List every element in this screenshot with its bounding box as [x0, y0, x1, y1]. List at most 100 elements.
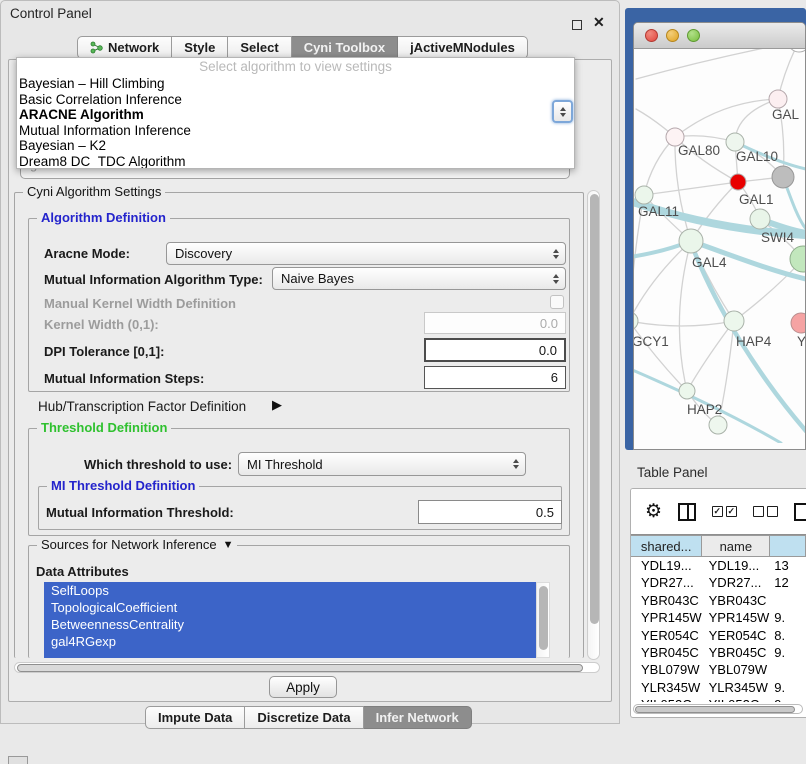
tab-impute-data[interactable]: Impute Data: [145, 706, 245, 729]
table-cell[interactable]: YBR045C: [631, 644, 703, 661]
algorithm-option[interactable]: Mutual Information Inference: [17, 123, 574, 139]
table-row[interactable]: YLR345WYLR345W9.: [631, 679, 806, 696]
algorithm-option[interactable]: Bayesian – Hill Climbing: [17, 76, 574, 92]
close-window-icon[interactable]: [645, 29, 658, 42]
table-cell[interactable]: 8.: [770, 627, 806, 644]
table-row[interactable]: YBR045CYBR045C9.: [631, 644, 806, 661]
table-row[interactable]: YER054CYER054C8.: [631, 627, 806, 644]
table-hscrollbar-thumb[interactable]: [635, 706, 795, 713]
table-cell[interactable]: 9.: [770, 644, 806, 661]
table-cell[interactable]: YDL19...: [631, 557, 703, 574]
node-HAP2[interactable]: [679, 383, 695, 399]
tab-discretize-data[interactable]: Discretize Data: [245, 706, 363, 729]
table-row[interactable]: YBL079WYBL079W: [631, 661, 806, 678]
settings-hscrollbar-thumb[interactable]: [17, 664, 583, 672]
node-top-partial[interactable]: [788, 49, 806, 52]
settings-vertical-scrollbar[interactable]: [587, 190, 600, 660]
table-cell[interactable]: YLR345W: [631, 679, 703, 696]
table-cell[interactable]: 9.: [770, 609, 806, 626]
table-cell[interactable]: YPR145W: [631, 609, 703, 626]
minimize-window-icon[interactable]: [666, 29, 679, 42]
inference-algorithm-combobox-stepper[interactable]: [552, 100, 573, 123]
table-cell[interactable]: YBR043C: [703, 592, 771, 609]
algorithm-option[interactable]: ARACNE Algorithm: [17, 107, 574, 123]
node-pink-top[interactable]: [769, 90, 787, 108]
algorithm-option[interactable]: Dream8 DC_TDC Algorithm: [17, 154, 574, 169]
unchecked-columns-icon[interactable]: [753, 506, 778, 517]
table-row[interactable]: YIL052CYIL052C9: [631, 696, 806, 702]
table-cell[interactable]: 13: [770, 557, 806, 574]
checked-columns-icon[interactable]: ✓✓: [712, 506, 737, 517]
expand-arrow-icon[interactable]: ▶: [272, 397, 282, 413]
attribute-item[interactable]: SelfLoops: [44, 582, 536, 599]
which-threshold-combobox[interactable]: MI Threshold: [238, 452, 526, 476]
table-cell[interactable]: YIL052C: [703, 696, 771, 702]
attribute-item-partial[interactable]: [44, 650, 536, 658]
table-column-header[interactable]: [770, 535, 806, 557]
algorithm-option[interactable]: Basic Correlation Inference: [17, 92, 574, 108]
table-column-header[interactable]: name: [702, 535, 770, 557]
node-big-green[interactable]: [790, 246, 806, 272]
node-SWI4[interactable]: [750, 209, 770, 229]
mi-algorithm-type-combobox[interactable]: Naive Bayes: [272, 267, 566, 290]
table-row[interactable]: YBR043CYBR043C: [631, 592, 806, 609]
tab-infer-network[interactable]: Infer Network: [364, 706, 472, 729]
table-cell[interactable]: YDL19...: [703, 557, 771, 574]
collapse-arrow-icon[interactable]: ▼: [223, 539, 234, 551]
table-cell[interactable]: YBR043C: [631, 592, 703, 609]
table-horizontal-scrollbar[interactable]: [633, 704, 803, 714]
zoom-window-icon[interactable]: [687, 29, 700, 42]
table-cell[interactable]: YDR27...: [703, 574, 771, 591]
table-cell[interactable]: YLR345W: [703, 679, 771, 696]
table-cell[interactable]: YER054C: [631, 627, 703, 644]
dpi-tolerance-input[interactable]: 0.0: [424, 338, 566, 362]
attributes-scrollbar-thumb[interactable]: [539, 586, 548, 650]
settings-vscrollbar-thumb[interactable]: [590, 194, 599, 624]
kernel-width-input[interactable]: 0.0: [424, 312, 566, 334]
doc-icon[interactable]: [794, 503, 806, 521]
node-bottom-partial[interactable]: [709, 416, 727, 434]
table-column-header[interactable]: shared...: [631, 535, 702, 557]
mi-threshold-input[interactable]: 0.5: [418, 500, 562, 524]
attribute-item[interactable]: BetweennessCentrality: [44, 616, 536, 633]
close-panel-icon[interactable]: ✕: [593, 14, 605, 31]
table-cell[interactable]: YBL079W: [703, 661, 771, 678]
split-columns-icon[interactable]: [678, 503, 696, 521]
attributes-list-scrollbar[interactable]: [536, 582, 550, 658]
aracne-mode-combobox[interactable]: Discovery: [166, 242, 566, 265]
attribute-item[interactable]: gal4RGexp: [44, 633, 536, 650]
table-cell[interactable]: [770, 592, 806, 609]
node-GCY1[interactable]: [634, 312, 638, 330]
table-row[interactable]: YDR27...YDR27...12: [631, 574, 806, 591]
table-cell[interactable]: 9.: [770, 679, 806, 696]
table-cell[interactable]: 9: [770, 696, 806, 702]
table-cell[interactable]: YIL052C: [631, 696, 703, 702]
node-HAP4[interactable]: [724, 311, 744, 331]
node-GAL1[interactable]: [730, 174, 746, 190]
data-attributes-list[interactable]: SelfLoopsTopologicalCoefficientBetweenne…: [44, 582, 536, 658]
table-cell[interactable]: YER054C: [703, 627, 771, 644]
table-cell[interactable]: YDR27...: [631, 574, 703, 591]
table-cell[interactable]: YBR045C: [703, 644, 771, 661]
tab-network[interactable]: Network: [77, 36, 172, 59]
attribute-item[interactable]: TopologicalCoefficient: [44, 599, 536, 616]
apply-button[interactable]: Apply: [269, 676, 337, 698]
tab-select[interactable]: Select: [228, 36, 291, 59]
mi-steps-input[interactable]: 6: [424, 366, 566, 389]
table-cell[interactable]: YBL079W: [631, 661, 703, 678]
node-gray-node[interactable]: [772, 166, 794, 188]
node-GAL11[interactable]: [635, 186, 653, 204]
network-canvas-svg[interactable]: GALGAL80GAL10GAL1GAL11SWI4GAL4GCY1HAP4YH…: [634, 49, 806, 443]
table-cell[interactable]: YPR145W: [703, 609, 771, 626]
node-pink-salmon[interactable]: [791, 313, 806, 333]
tab-style[interactable]: Style: [172, 36, 228, 59]
float-panel-icon[interactable]: [572, 20, 582, 30]
table-row[interactable]: YDL19...YDL19...13: [631, 557, 806, 574]
algorithm-option[interactable]: Bayesian – K2: [17, 138, 574, 154]
gear-icon[interactable]: ⚙: [645, 502, 662, 521]
table-cell[interactable]: 12: [770, 574, 806, 591]
tab-jactivemnodules[interactable]: jActiveMNodules: [398, 36, 528, 59]
manual-kernel-width-checkbox[interactable]: [550, 295, 564, 309]
table-cell[interactable]: [770, 661, 806, 678]
node-GAL4[interactable]: [679, 229, 703, 253]
